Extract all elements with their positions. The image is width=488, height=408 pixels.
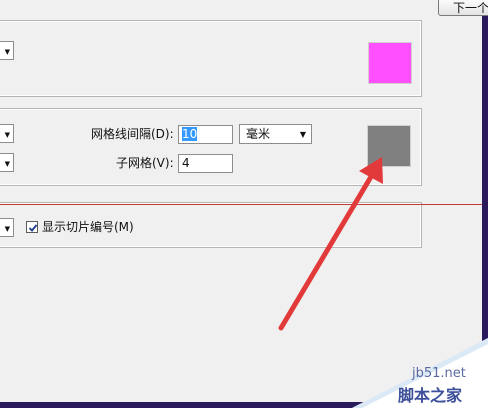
watermark-site: jb51.net	[412, 366, 466, 381]
watermark-name: 脚本之家	[398, 386, 463, 405]
